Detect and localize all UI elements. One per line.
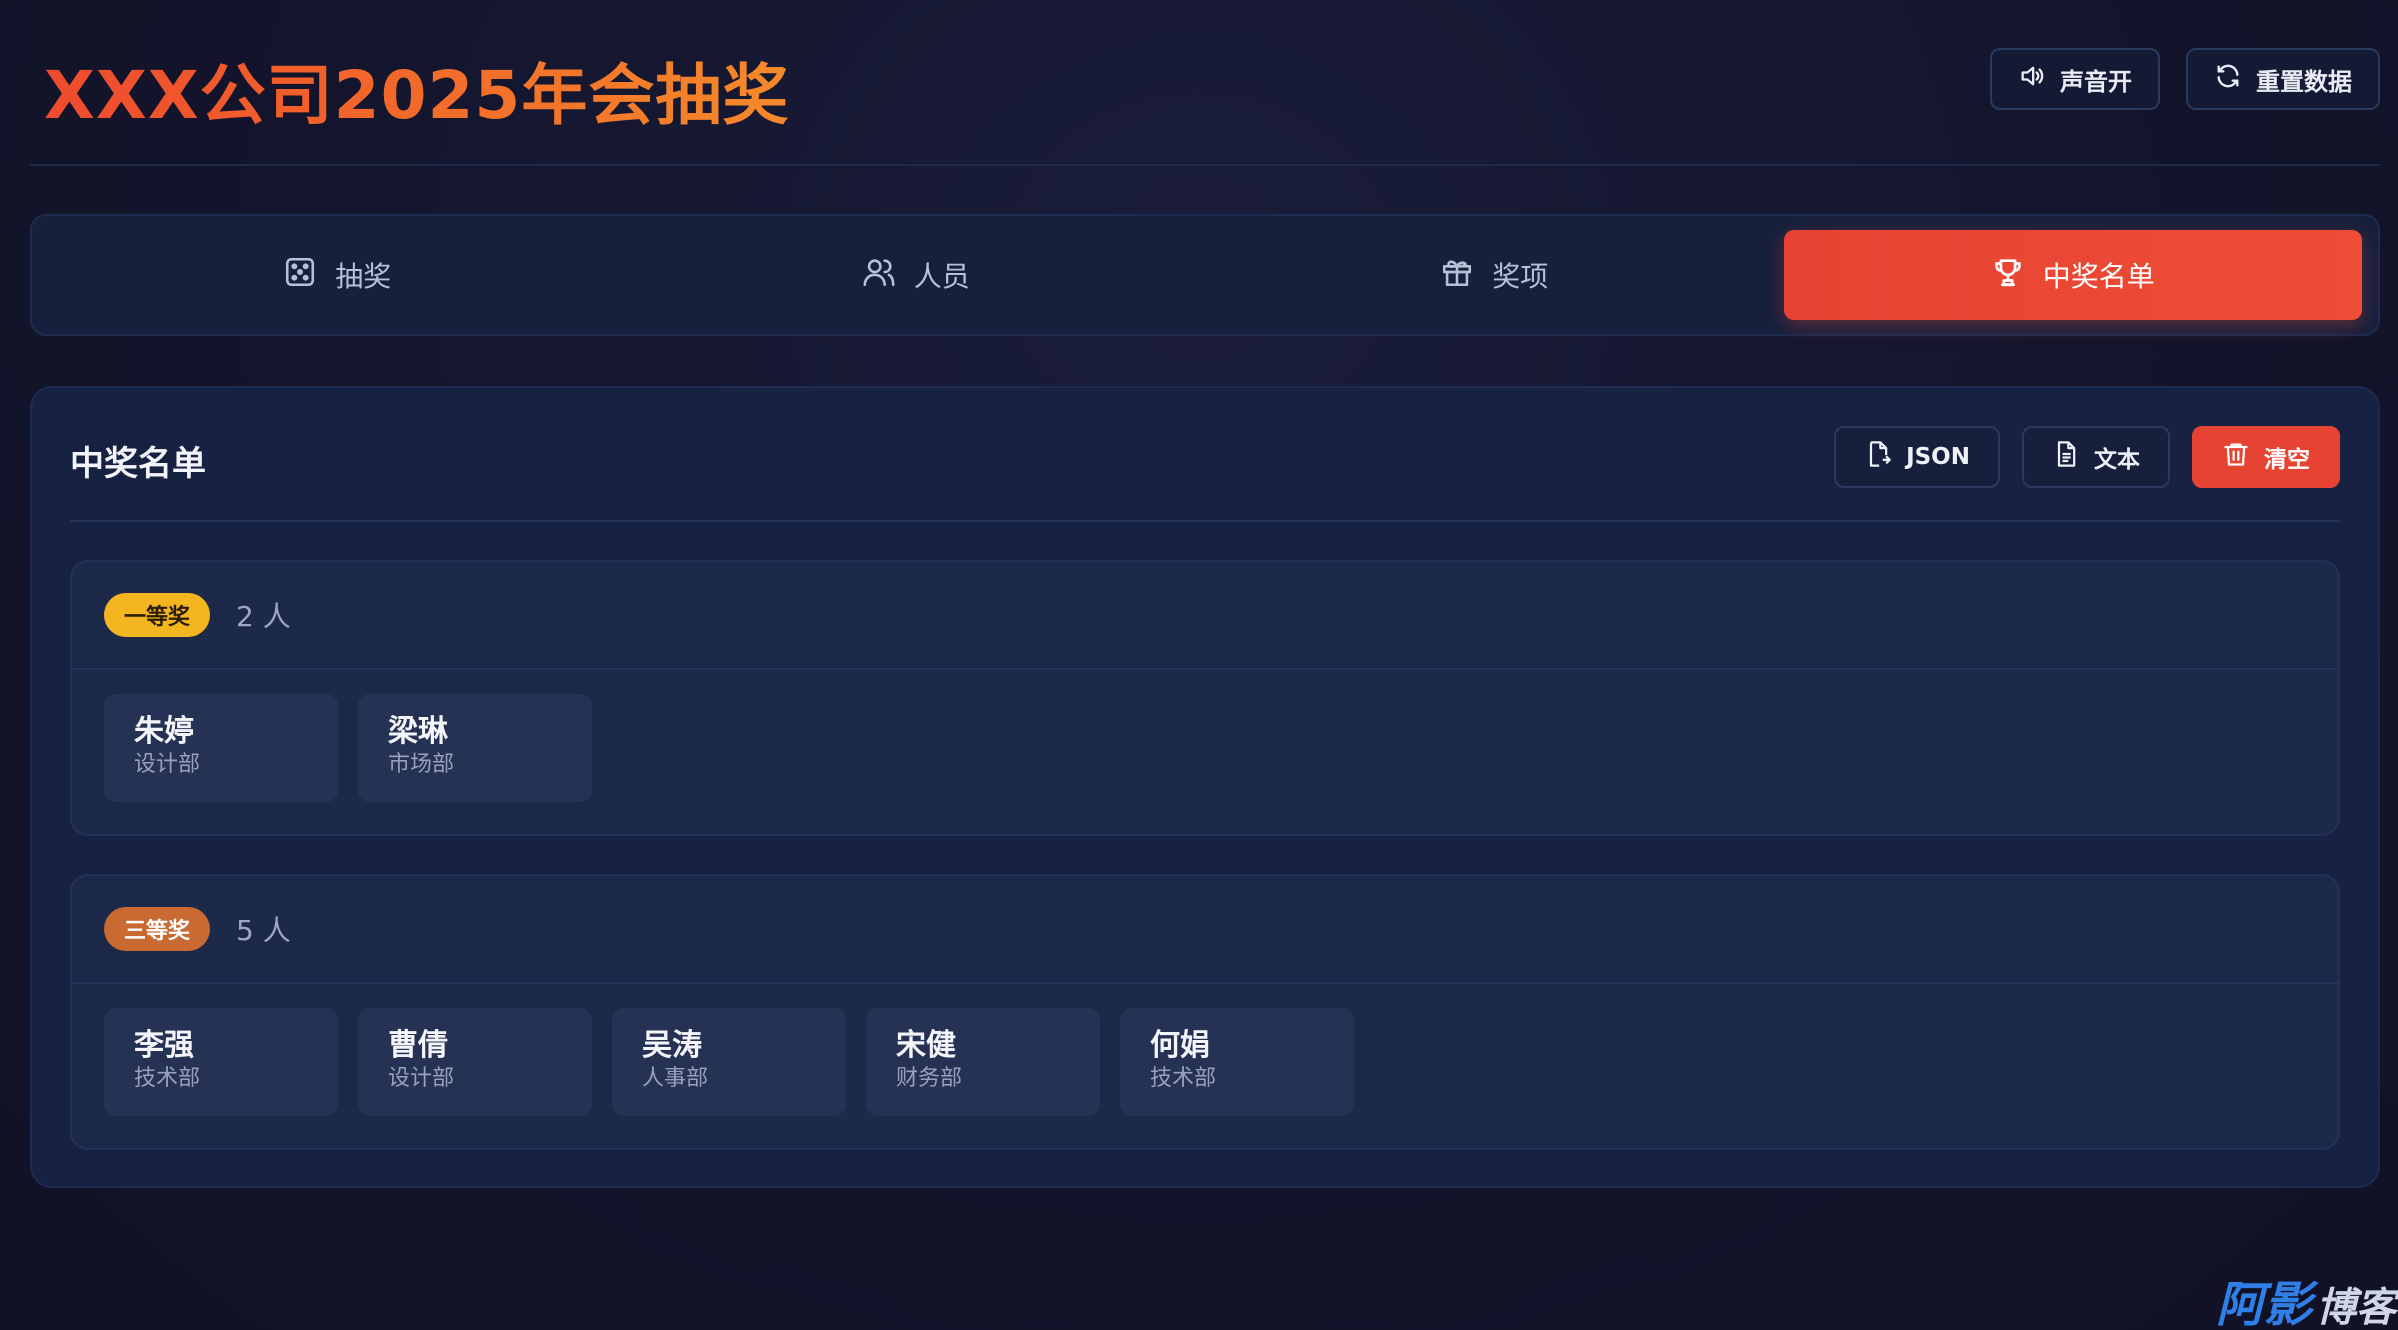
winner-dept: 财务部	[896, 1066, 963, 1091]
trophy-icon	[1991, 255, 2025, 296]
prize-group-third: 三等奖 5 人 李强 技术部 曹倩 设计部 吴涛 人事部 宋健 财务部 何娟 技…	[70, 874, 2340, 1150]
sound-toggle-button[interactable]: 声音开	[1990, 48, 2160, 110]
tab-prizes[interactable]: 奖项	[1205, 230, 1784, 320]
winner-dept: 技术部	[1150, 1066, 1217, 1091]
winner-name: 朱婷	[134, 714, 194, 749]
tab-people-label: 人员	[913, 260, 970, 293]
winner-name: 梁琳	[388, 714, 448, 749]
winner-card: 何娟 技术部	[1120, 1008, 1354, 1116]
tab-winners-label: 中奖名单	[2042, 260, 2155, 293]
winner-dept: 市场部	[388, 752, 455, 777]
prize-badge: 三等奖	[104, 907, 211, 951]
export-text-button[interactable]: 文本	[2022, 426, 2170, 488]
clear-label: 清空	[2264, 447, 2310, 473]
winner-count: 5 人	[236, 914, 291, 947]
tab-people[interactable]: 人员	[627, 230, 1206, 320]
reset-data-label: 重置数据	[2256, 67, 2352, 96]
winner-list: 朱婷 设计部 梁琳 市场部	[72, 670, 2338, 826]
export-text-label: 文本	[2094, 447, 2140, 473]
winner-count: 2 人	[236, 600, 291, 633]
export-json-label: JSON	[1906, 444, 1970, 470]
tab-winners[interactable]: 中奖名单	[1783, 230, 2362, 320]
prize-group-header: 三等奖 5 人	[72, 876, 2338, 984]
tab-draw-label: 抽奖	[335, 260, 392, 293]
winner-dept: 设计部	[134, 752, 201, 777]
winner-dept: 设计部	[388, 1066, 455, 1091]
file-export-icon	[1864, 440, 1892, 474]
tab-prizes-label: 奖项	[1492, 260, 1549, 293]
watermark-part2: 博客	[2316, 1285, 2396, 1330]
header-actions: 声音开 重置数据	[1990, 48, 2380, 110]
winner-dept: 技术部	[134, 1066, 201, 1091]
tab-draw[interactable]: 抽奖	[48, 230, 627, 320]
tab-bar: 抽奖 人员 奖项 中奖名单	[30, 214, 2380, 336]
winner-card: 李强 技术部	[104, 1008, 338, 1116]
panel-title: 中奖名单	[70, 444, 206, 484]
winner-name: 宋健	[896, 1028, 956, 1063]
panel-header: 中奖名单 JSON 文本 清空	[70, 388, 2340, 522]
winners-panel: 中奖名单 JSON 文本 清空 一等奖 2 人 朱婷 设计部 梁琳 市场部 三等…	[30, 386, 2380, 1188]
winner-card: 吴涛 人事部	[612, 1008, 846, 1116]
winner-name: 李强	[134, 1028, 194, 1063]
page: XXX公司2025年会抽奖 声音开 重置数据 抽奖 人员 奖项 中奖名单 中奖名…	[0, 0, 2398, 1330]
trash-icon	[2222, 440, 2250, 474]
panel-actions: JSON 文本 清空	[1834, 426, 2340, 488]
refresh-icon	[2214, 62, 2242, 96]
file-text-icon	[2052, 440, 2080, 474]
watermark-logo: 阿影 博客	[2216, 1280, 2396, 1330]
winner-card: 朱婷 设计部	[104, 694, 338, 802]
speaker-icon	[2018, 62, 2046, 96]
reset-data-button[interactable]: 重置数据	[2186, 48, 2380, 110]
users-icon	[862, 255, 896, 296]
export-json-button[interactable]: JSON	[1834, 426, 2000, 488]
winner-name: 曹倩	[388, 1028, 448, 1063]
gift-icon	[1440, 255, 1474, 296]
sound-toggle-label: 声音开	[2060, 67, 2132, 96]
winner-dept: 人事部	[642, 1066, 709, 1091]
app-title: XXX公司2025年会抽奖	[44, 42, 789, 138]
prize-group-first: 一等奖 2 人 朱婷 设计部 梁琳 市场部	[70, 560, 2340, 836]
header: XXX公司2025年会抽奖 声音开 重置数据	[30, 30, 2380, 166]
winner-list: 李强 技术部 曹倩 设计部 吴涛 人事部 宋健 财务部 何娟 技术部	[72, 984, 2338, 1140]
dice-icon	[283, 255, 317, 296]
clear-button[interactable]: 清空	[2192, 426, 2340, 488]
prize-group-header: 一等奖 2 人	[72, 562, 2338, 670]
prize-badge: 一等奖	[104, 593, 211, 637]
watermark-part1: 阿影	[2215, 1277, 2312, 1330]
winner-card: 曹倩 设计部	[358, 1008, 592, 1116]
winner-card: 宋健 财务部	[866, 1008, 1100, 1116]
winner-name: 何娟	[1150, 1028, 1210, 1063]
winner-card: 梁琳 市场部	[358, 694, 592, 802]
winner-name: 吴涛	[642, 1028, 702, 1063]
